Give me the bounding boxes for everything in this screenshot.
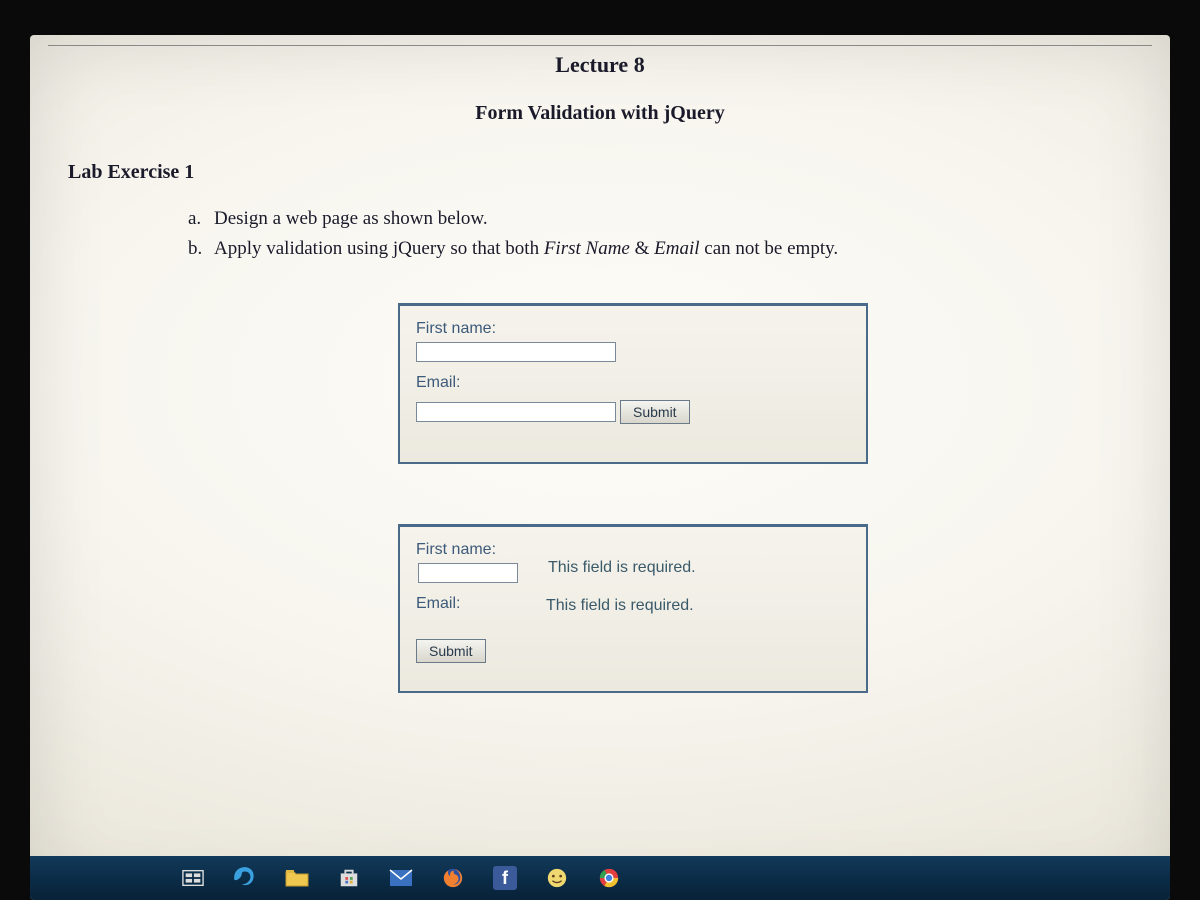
monitor-frame: Lecture 8 Form Validation with jQuery La… bbox=[0, 0, 1200, 900]
email-input[interactable] bbox=[416, 402, 616, 422]
instruction-a: a. Design a web page as shown below. bbox=[188, 204, 1152, 234]
subtitle: Form Validation with jQuery bbox=[48, 102, 1152, 125]
submit-button[interactable]: Submit bbox=[620, 400, 690, 424]
instruction-b: b. Apply validation using jQuery so that… bbox=[188, 234, 1152, 264]
instruction-text: Apply validation using jQuery so that bo… bbox=[214, 234, 838, 264]
chrome-icon[interactable] bbox=[596, 865, 622, 891]
email-label: Email: bbox=[416, 374, 850, 392]
facebook-icon[interactable]: f bbox=[492, 865, 518, 891]
form-screenshot-1: First name: Email: Submit bbox=[398, 303, 868, 465]
first-name-label: First name: bbox=[416, 320, 850, 338]
store-icon[interactable] bbox=[336, 865, 362, 891]
instructions-list: a. Design a web page as shown below. b. … bbox=[188, 204, 1152, 265]
submit-button[interactable]: Submit bbox=[416, 639, 486, 663]
list-marker: b. bbox=[188, 234, 214, 264]
people-icon[interactable] bbox=[544, 865, 570, 891]
mail-icon[interactable] bbox=[388, 865, 414, 891]
error-message: This field is required. bbox=[548, 541, 696, 577]
firefox-icon[interactable] bbox=[440, 865, 466, 891]
field-row: Email: This field is required. bbox=[416, 595, 850, 635]
form-screenshot-2: First name: This field is required. Emai… bbox=[398, 524, 868, 693]
field-row: First name: This field is required. bbox=[416, 541, 850, 595]
screen: Lecture 8 Form Validation with jQuery La… bbox=[30, 35, 1170, 900]
file-explorer-icon[interactable] bbox=[284, 865, 310, 891]
first-name-input[interactable] bbox=[418, 563, 518, 583]
lecture-title: Lecture 8 bbox=[48, 52, 1152, 78]
error-message: This field is required. bbox=[546, 595, 694, 615]
taskbar: f bbox=[30, 856, 1170, 900]
instruction-text: Design a web page as shown below. bbox=[214, 204, 488, 234]
section-heading: Lab Exercise 1 bbox=[68, 161, 1152, 184]
divider bbox=[48, 45, 1152, 46]
first-name-input[interactable] bbox=[416, 342, 616, 362]
first-name-label: First name: bbox=[416, 541, 518, 559]
list-marker: a. bbox=[188, 204, 214, 234]
document-content: Lecture 8 Form Validation with jQuery La… bbox=[30, 35, 1170, 693]
taskview-icon[interactable] bbox=[180, 865, 206, 891]
edge-icon[interactable] bbox=[232, 865, 258, 891]
email-label: Email: bbox=[416, 595, 516, 613]
